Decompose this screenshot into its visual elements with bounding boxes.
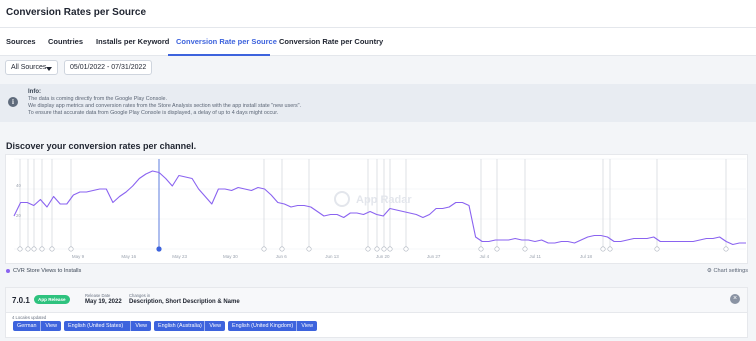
info-icon: i <box>8 97 18 107</box>
release-marker-dot[interactable] <box>39 246 45 252</box>
release-marker-dot[interactable] <box>522 246 528 252</box>
locale-chip-english-us: English (United States) View <box>64 321 151 331</box>
locales-updated-label: 4 Locales updated <box>12 315 47 320</box>
release-marker-dot[interactable] <box>279 246 285 252</box>
release-marker-dot[interactable] <box>478 246 484 252</box>
x-tick-label: Jun 6 <box>276 254 288 259</box>
close-icon[interactable]: × <box>730 294 740 304</box>
x-tick-label: Jun 20 <box>376 254 390 259</box>
page-title: Conversion Rates per Source <box>6 7 147 18</box>
y-tick-label: 20 <box>16 213 22 218</box>
top-bar: Conversion Rates per Source <box>0 0 756 28</box>
legend-label: CVR Store Views to Installs <box>13 268 82 274</box>
caret-down-icon <box>46 67 52 71</box>
section-title: Discover your conversion rates per chann… <box>6 141 197 151</box>
release-marker-dot[interactable] <box>600 246 606 252</box>
release-marker-dot[interactable] <box>374 246 380 252</box>
release-marker-dot[interactable] <box>68 246 74 252</box>
release-marker-dot[interactable] <box>365 246 371 252</box>
changes-value: Description, Short Description & Name <box>129 299 240 305</box>
info-line: We display app metrics and conversion ra… <box>28 103 302 109</box>
filter-bar: All Sources 05/01/2022 - 07/31/2022 <box>0 57 756 81</box>
release-date: May 19, 2022 <box>85 299 122 305</box>
tab-conversion-rate-per-source[interactable]: Conversion Rate per Source <box>176 37 277 46</box>
x-tick-label: Jul 18 <box>580 254 593 259</box>
release-marker-dot[interactable] <box>25 246 31 252</box>
chart-legend[interactable]: CVR Store Views to Installs <box>6 268 81 274</box>
locale-name: German <box>17 323 37 329</box>
info-line: The data is coming directly from the Goo… <box>28 96 168 102</box>
release-marker-dot[interactable] <box>381 246 387 252</box>
release-marker-dot[interactable] <box>607 246 613 252</box>
chart-settings-label: Chart settings <box>713 268 748 274</box>
release-card: 7.0.1 App Release Release Date May 19, 2… <box>5 287 748 338</box>
chart-card: 40 20 May 9 May 16 May 23 May 30 Jun 6 Jun 13 Ju… <box>5 154 748 264</box>
locale-view-button[interactable]: View <box>40 321 61 331</box>
tab-installs-per-keyword[interactable]: Installs per Keyword <box>96 37 169 46</box>
release-marker-dot[interactable] <box>17 246 23 252</box>
release-badge: App Release <box>34 295 70 304</box>
locale-chip-german: German View <box>13 321 61 331</box>
watermark-text: App Radar <box>356 194 412 206</box>
release-header: 7.0.1 App Release Release Date May 19, 2… <box>6 288 747 313</box>
release-marker-dot[interactable] <box>387 246 393 252</box>
x-tick-label: May 16 <box>121 254 136 259</box>
source-select-value: All Sources <box>11 64 47 71</box>
release-marker-dot[interactable] <box>261 246 267 252</box>
source-select[interactable]: All Sources <box>5 60 58 75</box>
release-marker-dot[interactable] <box>306 246 312 252</box>
x-tick-label: Jun 13 <box>325 254 339 259</box>
cvr-line-chart[interactable]: 40 20 May 9 May 16 May 23 May 30 Jun 6 Jun 13 Ju… <box>6 155 747 263</box>
locale-name: English (United States) <box>68 323 124 329</box>
release-version: 7.0.1 <box>12 296 30 305</box>
watermark-logo-icon <box>334 191 350 207</box>
tab-bar: Sources Countries Installs per Keyword C… <box>0 28 756 56</box>
release-marker-dot[interactable] <box>31 246 37 252</box>
locale-view-button[interactable]: View <box>296 321 317 331</box>
release-marker-dot[interactable] <box>494 246 500 252</box>
legend-swatch <box>6 268 10 273</box>
date-range-picker[interactable]: 05/01/2022 - 07/31/2022 <box>64 60 152 75</box>
x-tick-label: Jun 27 <box>427 254 441 259</box>
gear-icon: ⚙ <box>706 268 712 274</box>
locale-view-button[interactable]: View <box>130 321 151 331</box>
info-title: Info: <box>28 89 41 95</box>
locale-view-button[interactable]: View <box>204 321 225 331</box>
y-tick-label: 40 <box>16 183 22 188</box>
selected-release-dot[interactable] <box>156 246 162 252</box>
x-tick-label: May 9 <box>72 254 85 259</box>
info-box: i Info: The data is coming directly from… <box>0 84 756 122</box>
release-marker-dot[interactable] <box>654 246 660 252</box>
x-tick-label: Jul 4 <box>480 254 490 259</box>
info-line: To ensure that accurate data from Google… <box>28 110 279 116</box>
release-marker-dot[interactable] <box>403 246 409 252</box>
locale-chip-english-au: English (Australia) View <box>154 321 225 331</box>
locale-chip-english-uk: English (United Kingdom) View <box>228 321 317 331</box>
tab-sources[interactable]: Sources <box>6 37 36 46</box>
x-tick-label: Jul 11 <box>529 254 541 259</box>
x-tick-label: May 30 <box>223 254 238 259</box>
release-marker-dot[interactable] <box>723 246 729 252</box>
series-line-cvr <box>13 170 746 246</box>
changes-label: Changes in <box>129 293 151 298</box>
release-date-label: Release Date <box>85 293 111 298</box>
locale-name: English (United Kingdom) <box>232 323 294 329</box>
x-tick-label: May 23 <box>172 254 187 259</box>
locale-name: English (Australia) <box>158 323 202 329</box>
active-tab-indicator <box>168 54 270 56</box>
tab-countries[interactable]: Countries <box>48 37 83 46</box>
chart-settings-button[interactable]: ⚙ Chart settings <box>707 268 748 274</box>
tab-conversion-rate-per-country[interactable]: Conversion Rate per Country <box>279 37 383 46</box>
release-marker-dot[interactable] <box>49 246 55 252</box>
